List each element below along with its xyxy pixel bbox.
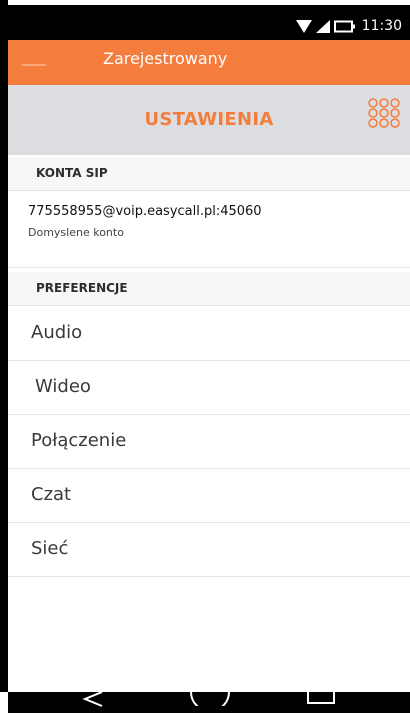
pref-item-label: Wideo bbox=[35, 376, 91, 397]
settings-header: USTAWIENIA bbox=[8, 85, 410, 155]
page-title: USTAWIENIA bbox=[144, 109, 274, 130]
registration-status-label: Zarejestrowany bbox=[103, 49, 228, 68]
status-bar: 11:30 bbox=[0, 0, 410, 40]
section-header-label: PREFERENCJE bbox=[36, 281, 128, 295]
wifi-icon bbox=[295, 19, 312, 33]
navigation-bar bbox=[0, 692, 410, 713]
signal-icon bbox=[315, 19, 330, 33]
section-header-sip-accounts: KONTA SIP bbox=[8, 157, 410, 191]
pref-item-label: Sieć bbox=[31, 538, 69, 559]
registration-status-indicator bbox=[22, 64, 46, 66]
status-bar-top-line bbox=[8, 0, 410, 5]
pref-item-chat[interactable]: Czat bbox=[8, 469, 410, 523]
sip-account-address: 775558955@voip.easycall.pl:45060 bbox=[28, 204, 262, 219]
pref-item-connection[interactable]: Połączenie bbox=[8, 415, 410, 469]
dialpad-icon[interactable] bbox=[366, 97, 402, 137]
settings-screen: Zarejestrowany USTAWIENIA KONTA SIP 7755… bbox=[8, 40, 410, 692]
home-icon[interactable] bbox=[188, 692, 232, 706]
back-icon[interactable] bbox=[82, 692, 104, 708]
status-time: 11:30 bbox=[361, 18, 402, 34]
pref-item-network[interactable]: Sieć bbox=[8, 523, 410, 577]
sip-account-subtitle: Domyslene konto bbox=[28, 226, 124, 239]
pref-item-audio[interactable]: Audio bbox=[8, 307, 410, 361]
sip-account-item[interactable]: 775558955@voip.easycall.pl:45060 Domysle… bbox=[8, 191, 410, 268]
section-header-preferences: PREFERENCJE bbox=[8, 272, 410, 306]
battery-icon bbox=[333, 20, 355, 32]
section-header-label: KONTA SIP bbox=[36, 166, 108, 180]
nav-bar-edge bbox=[0, 692, 8, 713]
registration-bar[interactable]: Zarejestrowany bbox=[8, 40, 410, 85]
pref-item-label: Połączenie bbox=[31, 430, 127, 451]
pref-item-label: Czat bbox=[31, 484, 72, 505]
status-icons: 11:30 bbox=[295, 18, 402, 34]
recents-icon[interactable] bbox=[306, 692, 336, 706]
pref-item-label: Audio bbox=[31, 322, 83, 343]
pref-item-video[interactable]: Wideo bbox=[8, 361, 410, 415]
